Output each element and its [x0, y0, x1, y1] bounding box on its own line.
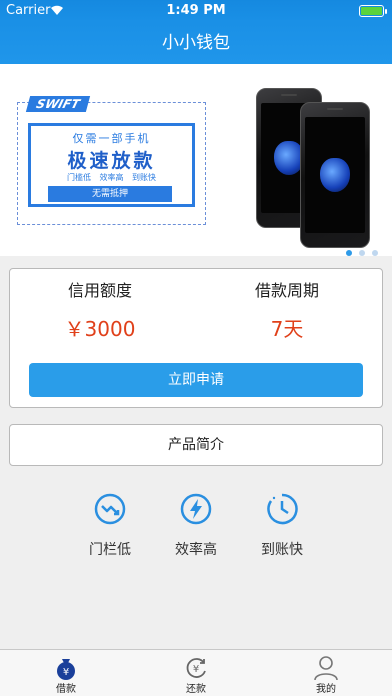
promo-banner[interactable]: SWIFT 仅需一部手机 极速放款 门槛低 效率高 到账快 无需抵押	[0, 64, 392, 256]
loan-card: 信用额度 ￥3000 借款周期 7天 立即申请	[9, 268, 383, 408]
feature-label: 到账快	[261, 542, 303, 558]
ad-tag: 到账快	[132, 173, 157, 182]
loan-period-value: 7天	[270, 317, 304, 341]
credit-limit: 信用额度 ￥3000	[10, 277, 190, 342]
ad-button: 无需抵押	[48, 186, 172, 202]
loan-period-label: 借款周期	[254, 281, 319, 300]
loan-period: 借款周期 7天	[197, 277, 377, 342]
tab-borrow[interactable]: ¥ 借款	[16, 650, 116, 696]
repay-icon: ¥	[186, 658, 206, 678]
status-bar: Carrier 1:49 PM	[0, 0, 392, 22]
battery-icon	[359, 5, 387, 17]
nav-bar: 小小钱包	[0, 22, 392, 64]
feature-label: 效率高	[175, 542, 217, 558]
carousel-dot[interactable]	[359, 250, 365, 256]
clock-icon	[267, 493, 298, 525]
feature-low-threshold: 门栏低	[75, 493, 145, 559]
ad-tags: 门槛低 效率高 到账快	[31, 172, 192, 183]
carousel-dot[interactable]	[346, 250, 352, 256]
lightning-icon	[180, 493, 212, 525]
phone-image	[300, 102, 370, 248]
user-icon	[314, 656, 338, 681]
money-bag-icon: ¥	[57, 659, 75, 680]
page-title: 小小钱包	[162, 33, 230, 53]
tab-label: 还款	[186, 684, 206, 695]
tab-label: 借款	[56, 684, 76, 695]
clock-time: 1:49 PM	[166, 3, 226, 18]
ad-tag: 效率高	[99, 173, 124, 182]
ad-frame: 仅需一部手机 极速放款 门槛低 效率高 到账快 无需抵押	[28, 123, 195, 207]
tab-repay[interactable]: ¥ 还款	[146, 650, 246, 696]
svg-text:¥: ¥	[193, 664, 199, 675]
ad-line-1: 仅需一部手机	[72, 132, 151, 145]
credit-limit-label: 信用额度	[67, 281, 132, 300]
ad-tag: 门槛低	[66, 173, 91, 182]
trend-down-icon	[94, 493, 126, 525]
swift-badge: SWIFT	[25, 96, 91, 112]
svg-text:¥: ¥	[63, 667, 69, 678]
ad-graphic: SWIFT 仅需一部手机 极速放款 门槛低 效率高 到账快 无需抵押	[17, 96, 206, 225]
tab-bar: ¥ 借款 ¥ 还款 我的	[0, 649, 392, 696]
feature-label: 门栏低	[89, 542, 131, 558]
carousel-dot[interactable]	[372, 250, 378, 256]
carousel-dots[interactable]	[339, 241, 378, 256]
feature-fast-arrival: 到账快	[247, 493, 317, 559]
credit-limit-value: ￥3000	[64, 317, 136, 341]
apply-button[interactable]: 立即申请	[29, 363, 363, 397]
feature-efficiency: 效率高	[161, 493, 231, 559]
tab-label: 我的	[316, 684, 336, 695]
tab-mine[interactable]: 我的	[276, 650, 376, 696]
ad-line-2: 极速放款	[67, 150, 156, 172]
apple-logo-icon	[320, 158, 350, 192]
product-intro-button[interactable]: 产品简介	[9, 424, 383, 466]
